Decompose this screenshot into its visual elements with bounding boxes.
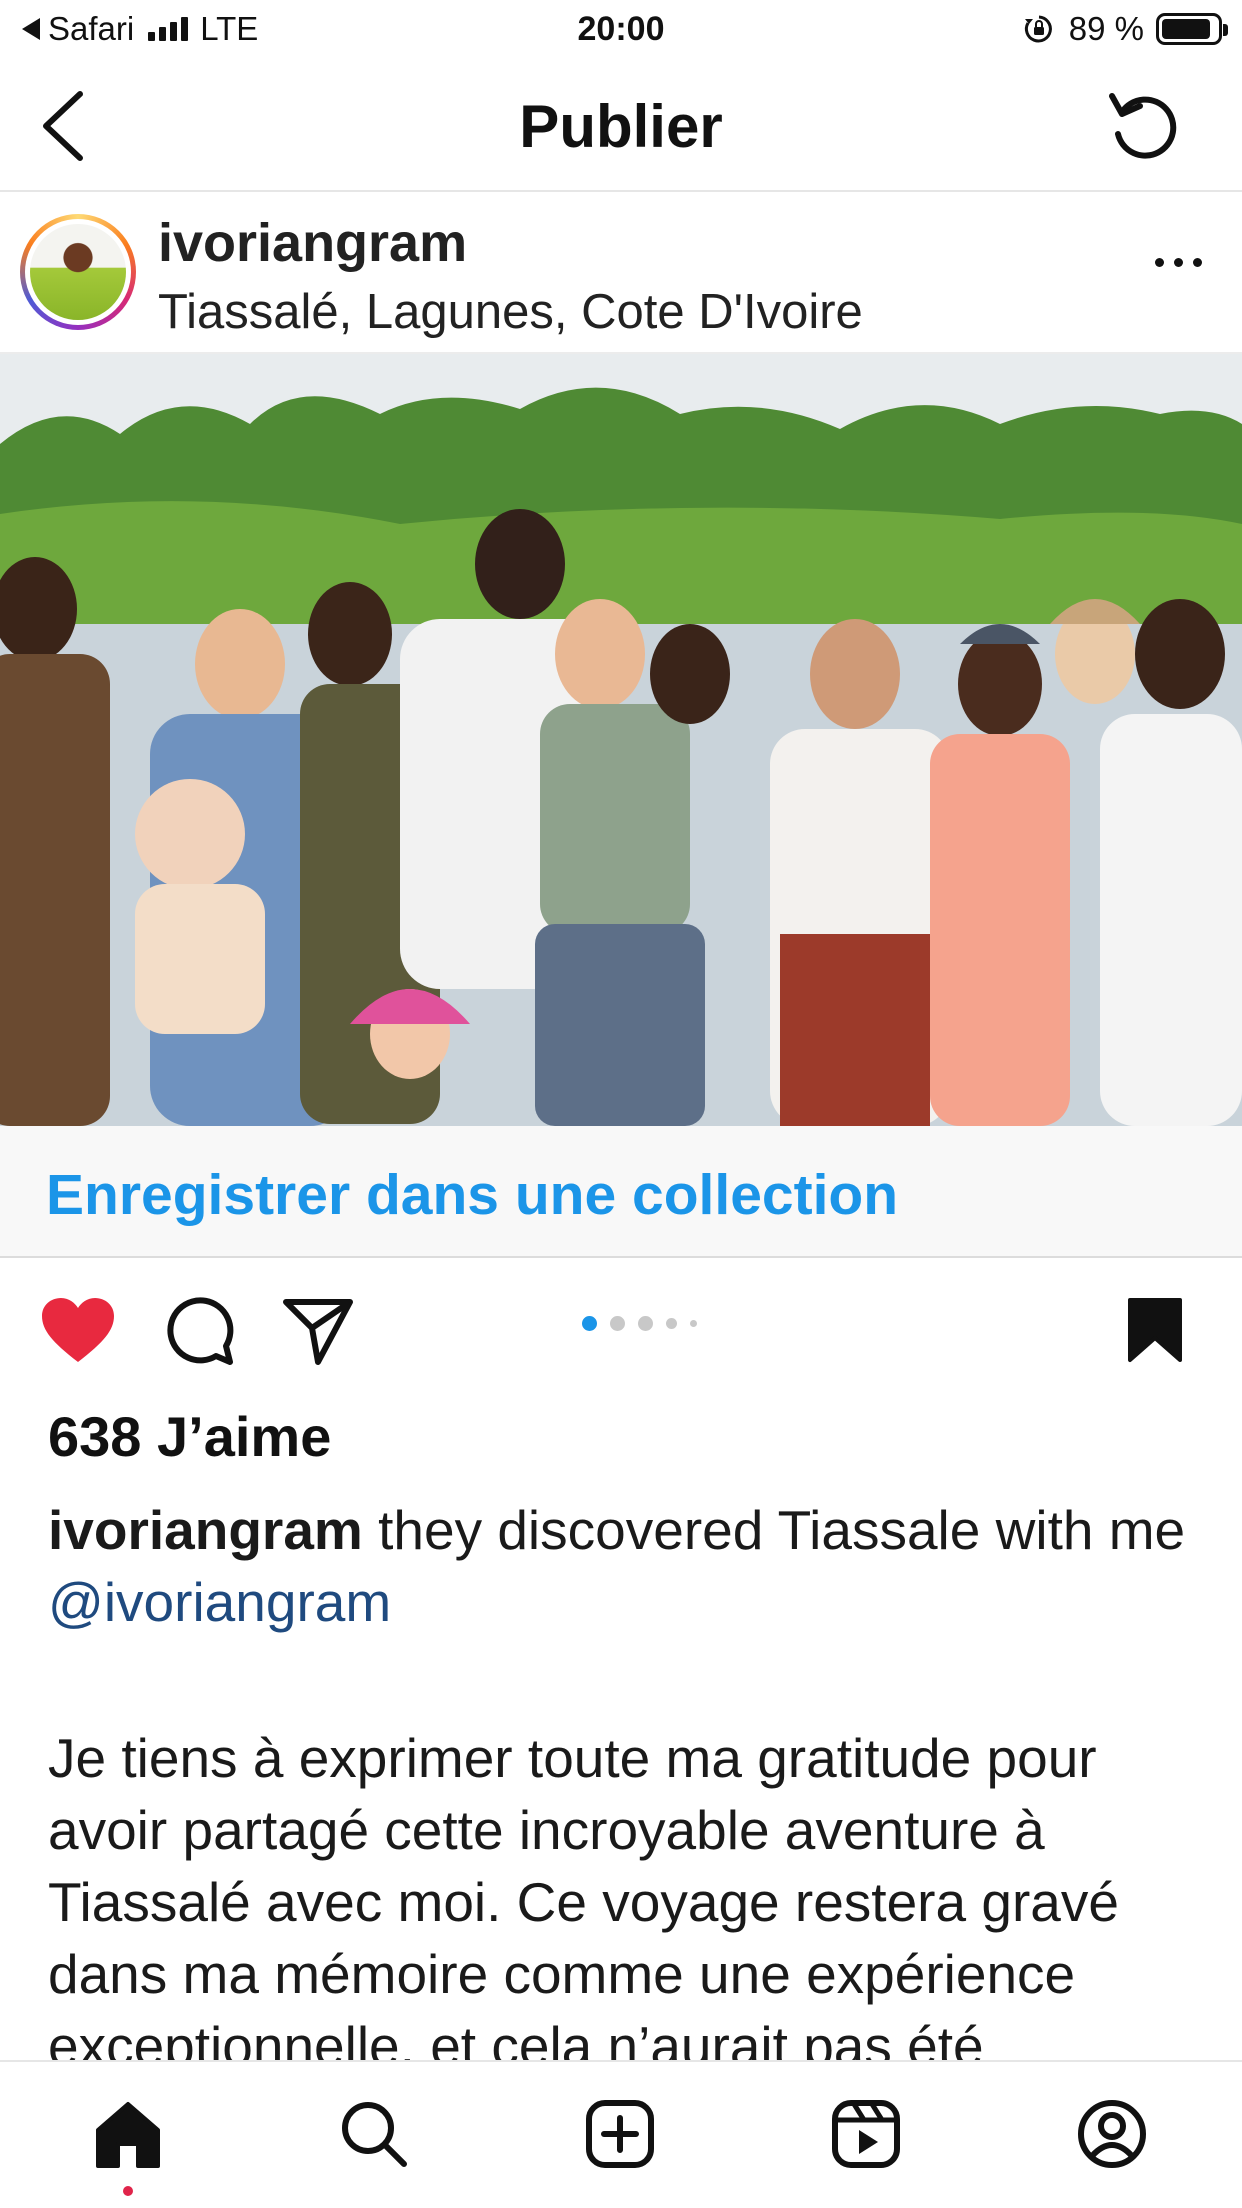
carousel-dot (690, 1320, 697, 1327)
caption-mention[interactable]: @ivoriangram (48, 1571, 391, 1633)
heart-icon[interactable] (40, 1296, 116, 1366)
post-caption: ivoriangram they discovered Tiassale wit… (48, 1494, 1208, 1638)
caption-username[interactable]: ivoriangram (48, 1499, 363, 1561)
profile-icon[interactable] (1076, 2098, 1148, 2170)
search-icon[interactable] (338, 2098, 410, 2170)
undo-icon[interactable] (1104, 84, 1184, 164)
share-icon[interactable] (282, 1296, 354, 1366)
battery-icon (1156, 13, 1228, 45)
avatar[interactable] (20, 214, 136, 330)
more-horizontal-icon[interactable] (1155, 258, 1202, 267)
caption-text: they discovered Tiassale with me (362, 1499, 1186, 1561)
save-collection-bar: Enregistrer dans une collection (0, 1126, 1242, 1258)
post-actions (0, 1260, 1242, 1400)
post-username[interactable]: ivoriangram (158, 212, 467, 274)
rotation-lock-icon (1024, 15, 1052, 43)
likes-count[interactable]: 638 J’aime (48, 1404, 331, 1469)
post-header: ivoriangram Tiassalé, Lagunes, Cote D'Iv… (0, 194, 1242, 354)
post-location[interactable]: Tiassalé, Lagunes, Cote D'Ivoire (158, 284, 863, 340)
home-icon[interactable] (92, 2098, 164, 2170)
status-right: 89 % (1023, 10, 1228, 48)
page-title: Publier (519, 93, 723, 160)
status-bar: Safari LTE 20:00 89 % (0, 0, 1242, 62)
nav-bar: Publier (0, 62, 1242, 192)
tab-bar (0, 2060, 1242, 2208)
save-to-collection-link[interactable]: Enregistrer dans une collection (46, 1162, 898, 1228)
bookmark-icon[interactable] (1126, 1296, 1184, 1364)
home-active-dot (123, 2186, 133, 2196)
create-icon[interactable] (584, 2098, 656, 2170)
post-photo[interactable] (0, 354, 1242, 1126)
battery-percent: 89 % (1068, 10, 1144, 47)
carousel-dot (610, 1316, 625, 1331)
group-photo-image (0, 354, 1242, 1126)
post-body-text: Je tiens à exprimer toute ma gratitude p… (48, 1727, 1119, 2060)
comment-icon[interactable] (164, 1296, 234, 1366)
carousel-dot (666, 1318, 677, 1329)
carousel-indicator (582, 1316, 697, 1331)
carousel-dot (582, 1316, 597, 1331)
carousel-dot (638, 1316, 653, 1331)
reels-icon[interactable] (830, 2098, 902, 2170)
